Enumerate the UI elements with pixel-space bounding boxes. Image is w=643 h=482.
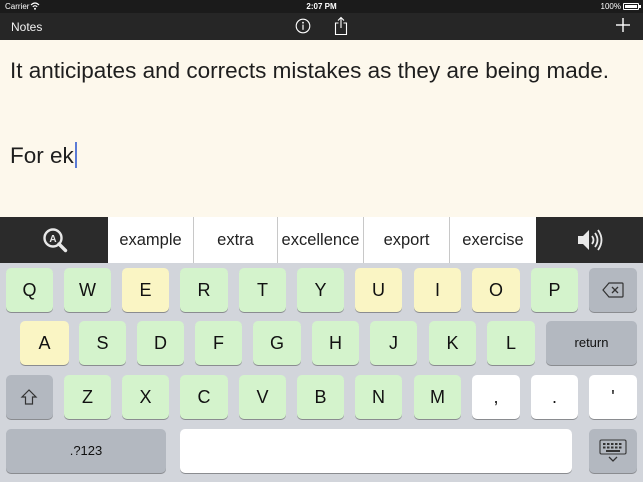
search-icon: A	[43, 228, 68, 253]
key-z[interactable]: Z	[64, 375, 111, 419]
shift-key[interactable]	[6, 375, 53, 419]
battery-percent: 100%	[600, 2, 621, 11]
battery-icon	[623, 3, 641, 10]
status-bar: Carrier 2:07 PM 100%	[0, 0, 643, 13]
key-c[interactable]: C	[180, 375, 228, 419]
add-icon[interactable]	[615, 17, 631, 33]
key-d[interactable]: D	[137, 321, 184, 365]
keyboard: Q W E R T Y U I O P A S D F G H J K L re…	[0, 263, 643, 482]
suggestion-bar: A example extra excellence export exerci…	[0, 217, 643, 263]
key-m[interactable]: M	[414, 375, 461, 419]
text-caret	[74, 142, 77, 168]
suggestion-exercise[interactable]: exercise	[450, 217, 536, 263]
key-s[interactable]: S	[79, 321, 126, 365]
suggestion-extra[interactable]: extra	[194, 217, 278, 263]
numbers-key[interactable]: .?123	[6, 429, 166, 473]
keyboard-hide-icon	[599, 439, 627, 462]
key-p[interactable]: P	[531, 268, 578, 312]
shift-icon	[20, 389, 38, 405]
key-g[interactable]: G	[253, 321, 301, 365]
key-b[interactable]: B	[297, 375, 344, 419]
share-icon[interactable]	[334, 16, 348, 36]
key-apostrophe[interactable]: '	[589, 375, 637, 419]
backspace-key[interactable]	[589, 268, 637, 312]
key-k[interactable]: K	[429, 321, 476, 365]
speak-button[interactable]	[536, 217, 643, 263]
key-h[interactable]: H	[312, 321, 359, 365]
dictionary-search-button[interactable]: A	[0, 217, 108, 263]
key-x[interactable]: X	[122, 375, 169, 419]
suggestion-excellence[interactable]: excellence	[278, 217, 364, 263]
space-bar[interactable]	[180, 429, 572, 473]
return-key[interactable]: return	[546, 321, 637, 365]
key-o[interactable]: O	[472, 268, 520, 312]
key-w[interactable]: W	[64, 268, 111, 312]
key-e[interactable]: E	[122, 268, 169, 312]
key-q[interactable]: Q	[6, 268, 53, 312]
key-n[interactable]: N	[355, 375, 402, 419]
note-current-line: For ek	[10, 141, 77, 170]
key-comma[interactable]: ,	[472, 375, 520, 419]
hide-keyboard-key[interactable]	[589, 429, 637, 473]
note-current-text: For ek	[10, 143, 74, 168]
key-v[interactable]: V	[239, 375, 286, 419]
speaker-icon	[578, 229, 603, 251]
delete-icon	[602, 282, 624, 298]
nav-bar: Notes	[0, 13, 643, 40]
key-t[interactable]: T	[239, 268, 286, 312]
key-u[interactable]: U	[355, 268, 402, 312]
key-i[interactable]: I	[414, 268, 461, 312]
key-f[interactable]: F	[195, 321, 242, 365]
clock: 2:07 PM	[306, 2, 337, 11]
notes-button[interactable]: Notes	[11, 20, 42, 34]
suggestion-example[interactable]: example	[108, 217, 194, 263]
info-icon[interactable]	[295, 18, 311, 34]
key-y[interactable]: Y	[297, 268, 344, 312]
svg-text:A: A	[49, 234, 56, 245]
key-a[interactable]: A	[20, 321, 69, 365]
note-editor[interactable]: It anticipates and corrects mistakes as …	[0, 40, 643, 217]
key-l[interactable]: L	[487, 321, 535, 365]
key-r[interactable]: R	[180, 268, 228, 312]
note-paragraph: It anticipates and corrects mistakes as …	[10, 58, 610, 83]
key-period[interactable]: .	[531, 375, 578, 419]
key-j[interactable]: J	[370, 321, 417, 365]
suggestion-export[interactable]: export	[364, 217, 450, 263]
